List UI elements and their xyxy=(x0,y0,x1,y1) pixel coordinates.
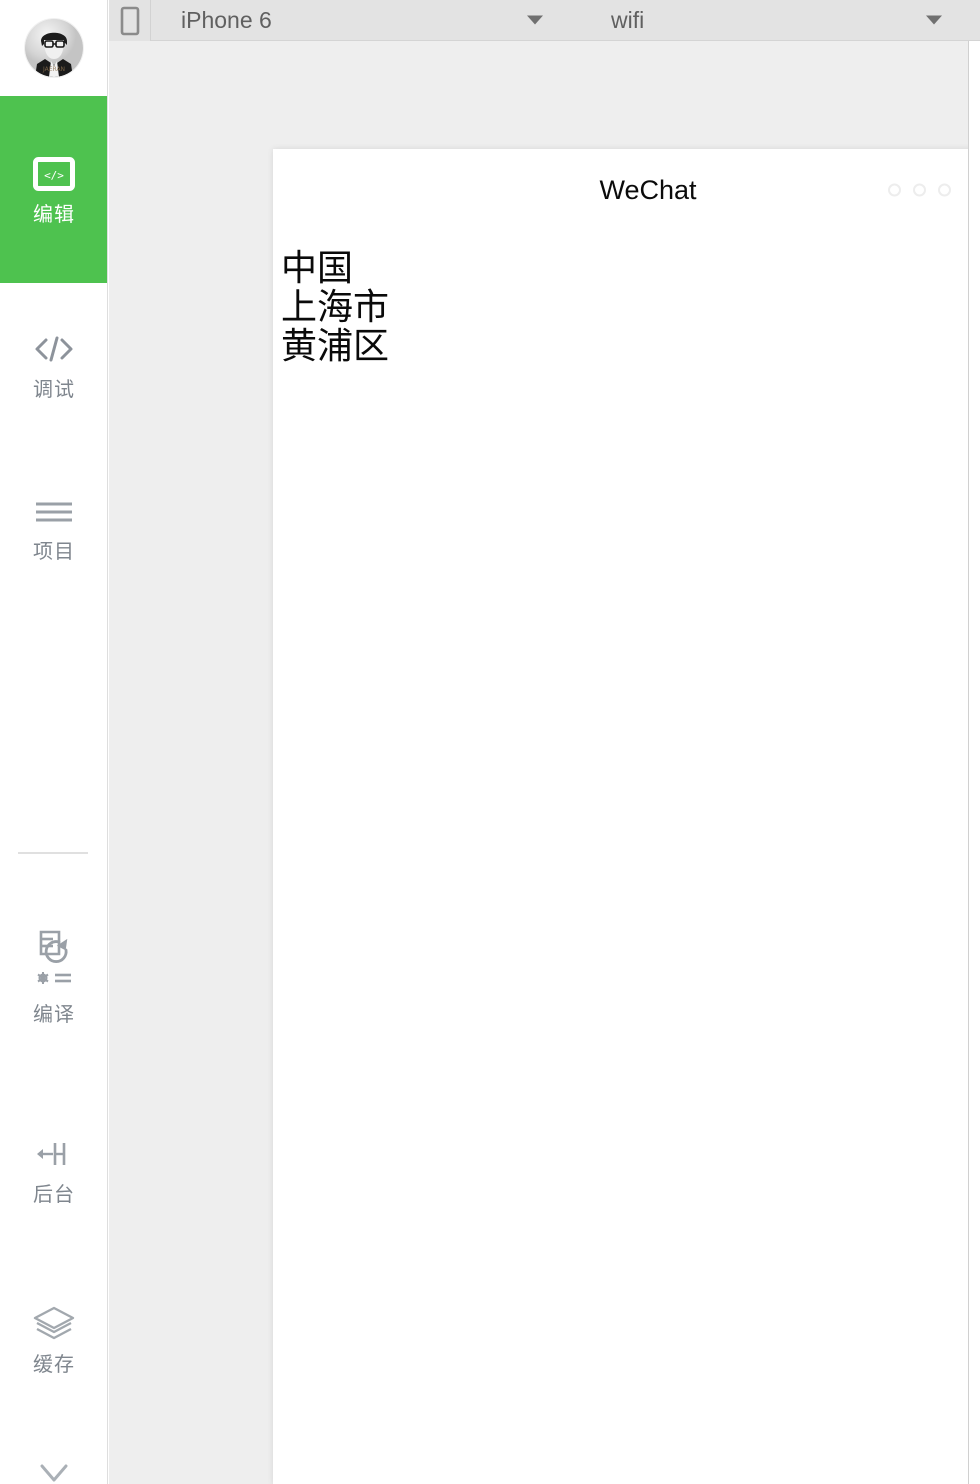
simulator-navbar: WeChat xyxy=(273,149,980,231)
sidebar-item-compile[interactable]: 编译 xyxy=(0,900,107,1045)
capsule-dot xyxy=(888,183,901,197)
capsule-dot xyxy=(913,183,926,197)
phone-outline-icon xyxy=(120,6,139,35)
simulator-phone-frame: WeChat 中国 上海市 黄浦区 xyxy=(273,149,980,1484)
device-select-value: iPhone 6 xyxy=(181,6,272,33)
user-avatar-photo: JAERAN xyxy=(24,19,83,77)
capsule-dot xyxy=(938,183,951,197)
svg-text:JAERAN: JAERAN xyxy=(41,66,64,73)
sidebar-item-backend[interactable]: 后台 xyxy=(0,1115,107,1225)
svg-text:</>: </> xyxy=(44,169,64,182)
sidebar-item-label-debug: 调试 xyxy=(33,379,75,401)
device-select[interactable]: iPhone 6 xyxy=(151,0,581,41)
sidebar-item-label-backend: 后台 xyxy=(33,1184,75,1206)
hamburger-lines-icon xyxy=(33,489,75,533)
page-title: WeChat xyxy=(599,174,697,205)
angle-brackets-icon xyxy=(32,327,76,371)
sidebar-more-button[interactable] xyxy=(0,1455,107,1484)
compile-refresh-icon xyxy=(31,918,77,996)
layers-stack-icon xyxy=(30,1302,78,1346)
right-gutter xyxy=(968,41,980,1484)
sidebar-item-cache[interactable]: 缓存 xyxy=(0,1285,107,1395)
caret-down-icon xyxy=(926,15,942,25)
top-toolbar: iPhone 6 wifi xyxy=(109,0,980,41)
avatar[interactable]: JAERAN xyxy=(24,19,83,77)
network-select-value: wifi xyxy=(611,6,645,33)
sidebar-divider xyxy=(18,852,88,854)
device-toggle-button[interactable] xyxy=(109,0,151,41)
geolocation-text: 中国 上海市 黄浦区 xyxy=(281,248,390,367)
sidebar-item-project[interactable]: 项目 xyxy=(0,472,107,582)
sidebar-item-label-cache: 缓存 xyxy=(33,1354,75,1376)
capsule-dots-icon[interactable] xyxy=(888,183,951,197)
background-arrow-icon xyxy=(31,1132,77,1176)
chevron-down-icon xyxy=(32,1460,76,1484)
simulator-workspace: WeChat 中国 上海市 黄浦区 xyxy=(109,41,980,1484)
sidebar-item-label-project: 项目 xyxy=(33,541,75,563)
sidebar-item-edit[interactable]: </> 编辑 xyxy=(0,96,107,283)
sidebar-item-label-compile: 编译 xyxy=(33,1003,75,1026)
avatar-container: JAERAN xyxy=(0,0,107,96)
simulator-content: 中国 上海市 黄浦区 xyxy=(273,231,980,366)
sidebar-item-debug[interactable]: 调试 xyxy=(0,310,107,420)
caret-down-icon xyxy=(527,15,543,25)
sidebar: JAERAN </> 编辑 调试 项目 编译 后台 缓存 xyxy=(0,0,108,1484)
network-select[interactable]: wifi xyxy=(581,0,980,41)
sidebar-item-label-edit: 编辑 xyxy=(33,203,75,226)
code-window-icon: </> xyxy=(33,152,75,196)
app-root: JAERAN </> 编辑 调试 项目 编译 后台 缓存 iPhone 6 wi… xyxy=(0,0,980,1484)
